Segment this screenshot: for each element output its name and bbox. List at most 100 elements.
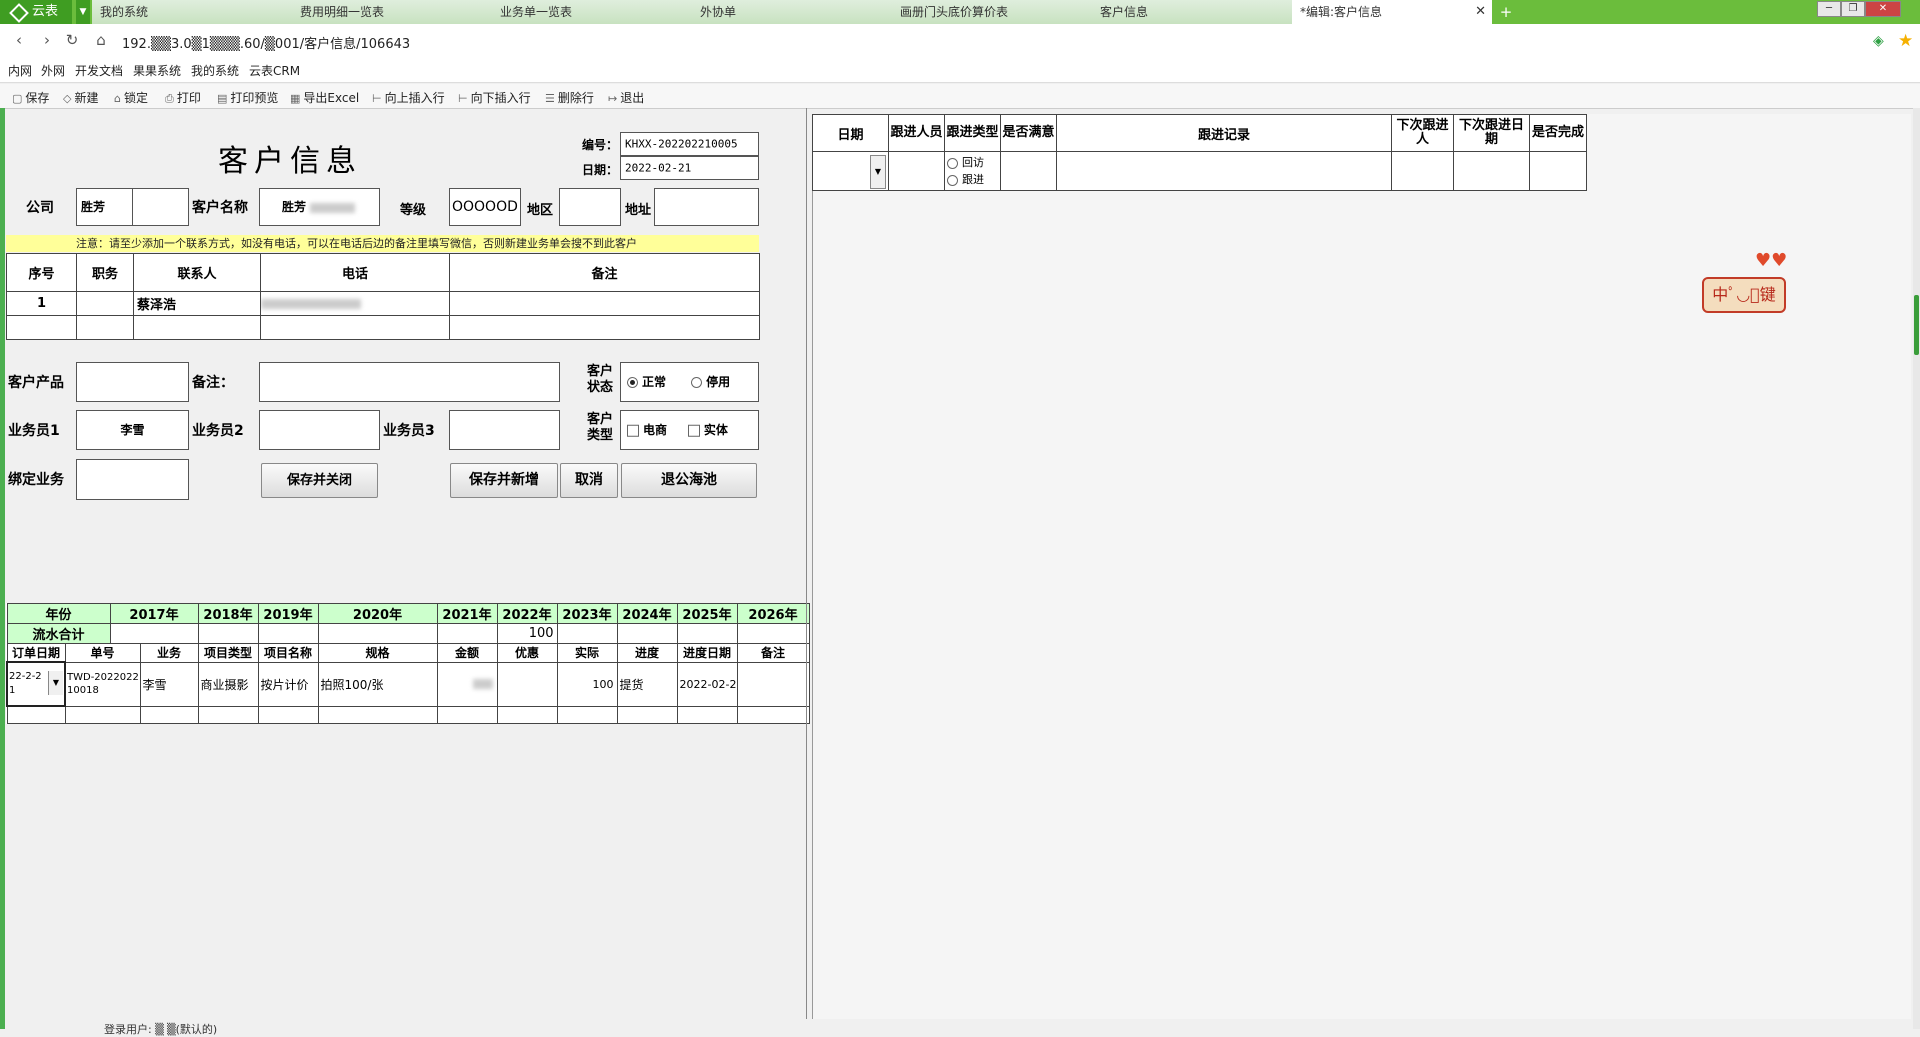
salesman1-field[interactable]: 李雪 [76,410,189,450]
pane-divider[interactable] [806,108,807,1019]
tab-bar: 云表 ▼ 我的系统 费用明细一览表 业务单一览表 外协单 画册门头底价算价表 客… [0,0,1920,24]
bind-business-field[interactable] [76,459,189,500]
home-icon[interactable]: ⌂ [92,31,110,49]
tab-expense-list[interactable]: 费用明细一览表 [292,0,492,24]
contact-remark-cell[interactable] [449,291,760,316]
extension-icon[interactable]: ◈ [1873,33,1884,49]
order-ptype-cell[interactable]: 商业摄影 [197,661,259,707]
number-field[interactable]: KHXX-202202210005 [620,132,759,156]
minimize-icon[interactable]: ─ [1817,1,1841,17]
salesman3-field[interactable] [449,410,560,450]
type-ecommerce-checkbox[interactable]: 电商 [627,423,667,437]
order-remark-cell[interactable] [736,661,810,707]
contact-position-cell[interactable] [76,291,134,316]
order-sales-cell[interactable]: 李雪 [139,661,199,707]
followup-date-cell[interactable]: ▼ [812,151,889,191]
table-row: 22-2-21 ▼ TWD-202202210018 李雪 商业摄影 按片计价 … [6,661,810,707]
followup-table: 日期 跟进人员 跟进类型 是否满意 跟进记录 下次跟进人 下次跟进日期 是否完成… [812,114,1587,191]
save-new-button[interactable]: 保存并新增 [450,463,558,498]
insert-row-above-button[interactable]: ⊢ 向上插入行 [372,89,445,106]
bookmark-star-icon[interactable]: ★ [1898,31,1913,51]
lock-button[interactable]: ⌂ 锁定 [114,89,148,106]
order-actual-cell[interactable]: 100 [556,661,618,707]
app-dropdown-icon[interactable]: ▼ [76,0,90,24]
reload-icon[interactable]: ↻ [63,31,81,49]
remark-field[interactable] [259,362,560,402]
tab-price-calculator[interactable]: 画册门头底价算价表 [892,0,1092,24]
bookmark-extranet[interactable]: 外网 [41,62,65,79]
date-field[interactable]: 2022-02-21 [620,156,759,180]
restore-icon[interactable]: ❐ [1841,1,1865,17]
export-excel-button[interactable]: ▦ 导出Excel [290,89,359,106]
return-pool-button[interactable]: 退公海池 [621,463,757,498]
status-disabled-radio[interactable]: 停用 [691,375,730,389]
bookmark-crm[interactable]: 云表CRM [249,62,300,79]
order-pname-cell[interactable]: 按片计价 [257,661,319,707]
chevron-down-icon[interactable]: ▼ [870,155,886,189]
save-close-button[interactable]: 保存并关闭 [261,463,378,498]
order-pdate-cell[interactable]: 2022-02-21 [676,661,738,707]
exit-button[interactable]: ↦ 退出 [608,89,644,106]
order-spec-cell[interactable]: 拍照100/张 [317,661,438,707]
followup-type-revisit-radio[interactable]: 回访 [947,156,984,169]
customer-name-field[interactable]: 胜芳 [259,188,380,226]
ime-badge[interactable]: 中ﾟ◡ﾟ键 [1702,277,1786,313]
contact-name-cell[interactable]: 蔡泽浩 [133,291,261,316]
bookmark-guoguo[interactable]: 果果系统 [133,62,181,79]
save-button[interactable]: ▢ 保存 [12,89,49,106]
contact-phone-cell[interactable] [260,291,450,316]
followup-satisfied-cell[interactable] [1000,151,1057,191]
followup-record-cell[interactable] [1056,151,1392,191]
chevron-down-icon[interactable]: ▼ [48,671,63,695]
year-2017: 2017年 [109,603,199,624]
followup-done-cell[interactable] [1529,151,1587,191]
bookmark-my-system[interactable]: 我的系统 [191,62,239,79]
tab-edit-customer-info[interactable]: *编辑:客户信息 ✕ [1292,0,1492,24]
followup-person-cell[interactable] [888,151,945,191]
delete-row-button[interactable]: ☰ 删除行 [545,89,594,106]
followup-next-date-cell[interactable] [1453,151,1530,191]
address-field[interactable] [654,188,759,226]
cancel-button[interactable]: 取消 [560,463,618,498]
bookmark-dev-docs[interactable]: 开发文档 [75,62,123,79]
type-physical-checkbox[interactable]: 实体 [687,423,728,437]
window-close-icon[interactable]: ✕ [1865,1,1901,17]
followup-next-person-cell[interactable] [1391,151,1454,191]
heart-icon: ♥♥ [1755,250,1788,271]
url-field[interactable]: 192.▒▒3.0▒1▒▒▒.60/▒001/客户信息/106643 [122,33,410,52]
tab-customer-info[interactable]: 客户信息 [1092,0,1292,24]
level-field[interactable]: OOOOOD [449,188,521,226]
print-preview-button[interactable]: ▤ 打印预览 [217,89,278,106]
order-progress-cell[interactable]: 提货 [616,661,678,707]
app-menu-button[interactable]: 云表 [0,0,72,24]
company-extra-field[interactable] [132,188,189,226]
order-date-cell[interactable]: 22-2-21 ▼ [6,661,66,707]
salesman2-field[interactable] [259,410,380,450]
bookmark-intranet[interactable]: 内网 [8,62,32,79]
followup-type-followup-radio[interactable]: 跟进 [947,173,984,186]
table-row: 1 蔡泽浩 [6,291,760,316]
company-label: 公司 [26,200,54,216]
status-normal-radio[interactable]: 正常 [627,375,666,389]
print-icon: ⎙ [165,92,174,105]
print-button[interactable]: ⎙ 打印 [165,89,201,106]
vertical-scrollbar[interactable] [1913,108,1920,1029]
back-icon[interactable]: ‹ [10,31,28,49]
contact-index-cell[interactable]: 1 [6,291,77,316]
new-button[interactable]: ◇ 新建 [63,89,98,106]
order-discount-cell[interactable] [496,661,558,707]
order-no-cell[interactable]: TWD-202202210018 [64,661,141,707]
close-icon[interactable]: ✕ [1467,0,1486,24]
product-field[interactable] [76,362,189,402]
forward-icon[interactable]: › [38,31,56,49]
tab-outsourcing[interactable]: 外协单 [692,0,892,24]
new-tab-icon[interactable]: + [1496,3,1516,21]
region-field[interactable] [559,188,621,226]
tab-my-system[interactable]: 我的系统 [92,0,292,24]
tab-business-list[interactable]: 业务单一览表 [492,0,692,24]
order-amount-cell[interactable] [436,661,498,707]
insert-row-below-button[interactable]: ⊢ 向下插入行 [458,89,531,106]
company-field[interactable]: 胜芳 [76,188,133,226]
scrollbar-thumb[interactable] [1914,295,1919,355]
followup-header-person: 跟进人员 [888,114,945,152]
